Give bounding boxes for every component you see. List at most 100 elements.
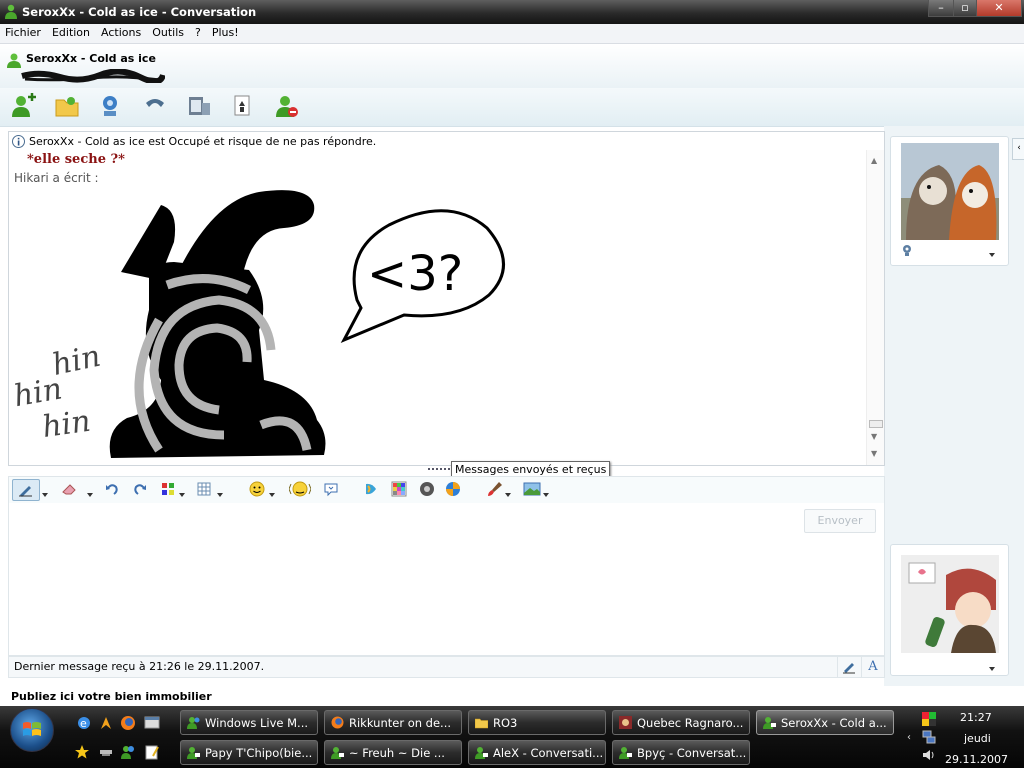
my-picture-frame: [890, 544, 1009, 676]
task-folder-ro3[interactable]: RO3: [468, 710, 606, 735]
conversation-task-icon: [763, 717, 776, 729]
send-button[interactable]: Envoyer: [804, 509, 876, 533]
game-task-icon: [619, 716, 632, 729]
contact-status-icon: [7, 53, 21, 68]
scroll-down-arrow[interactable]: ▼: [871, 432, 877, 441]
ink-color-dropdown[interactable]: [179, 487, 185, 500]
redo-icon[interactable]: [133, 482, 147, 496]
task-alex-conversation[interactable]: AleX - Conversati...: [468, 740, 606, 765]
my-display-picture[interactable]: [901, 555, 999, 653]
my-picture-options-dropdown[interactable]: [989, 661, 995, 674]
menu-help[interactable]: ?: [190, 24, 207, 39]
task-windows-live-messenger[interactable]: Windows Live M...: [180, 710, 318, 735]
conversation-toolbar: [0, 88, 1024, 127]
eraser-icon[interactable]: [61, 482, 77, 496]
busy-notice-text: SeroxXx - Cold as ice est Occupé et risq…: [29, 135, 377, 148]
conversation-history[interactable]: *elle seche ?* Hikari a écrit : <3? hin …: [8, 150, 885, 466]
share-folder-icon[interactable]: [54, 93, 80, 119]
phone-call-icon[interactable]: [142, 93, 168, 119]
task-freuh[interactable]: ~ Freuh ~ Die ...: [324, 740, 462, 765]
clock-time[interactable]: 21:27: [960, 711, 992, 724]
background-dropdown[interactable]: [543, 487, 549, 500]
show-desktop-icon[interactable]: [144, 715, 160, 731]
menu-edition[interactable]: Edition: [47, 24, 96, 39]
video-call-icon[interactable]: [98, 93, 124, 119]
firefox-icon[interactable]: [120, 715, 136, 731]
games-icon[interactable]: [230, 93, 256, 119]
grid-dropdown[interactable]: [217, 487, 223, 500]
history-scrollbar[interactable]: ▲ ▼ ▼: [866, 150, 884, 465]
nudge-icon[interactable]: [323, 481, 339, 497]
pane-splitter[interactable]: [428, 468, 450, 472]
contact-header: SeroxXx - Cold as ice: [0, 44, 1024, 88]
network-icon[interactable]: [98, 744, 114, 760]
favorites-star-icon[interactable]: [74, 744, 90, 760]
busy-notice-bar: SeroxXx - Cold as ice est Occupé et risq…: [8, 131, 885, 152]
info-icon: [12, 135, 25, 148]
task-bpyc-conversation[interactable]: Bpyç - Conversat...: [612, 740, 750, 765]
winamp-icon[interactable]: [98, 715, 114, 731]
paint-brush-icon[interactable]: [487, 481, 503, 497]
sound-icon[interactable]: [419, 481, 435, 497]
handwritten-drawing: <3? hin hin hin: [11, 190, 505, 458]
activities-icon[interactable]: [186, 93, 212, 119]
ad-banner[interactable]: Publiez ici votre bien immobilier: [0, 686, 1024, 706]
wink-icon[interactable]: [289, 481, 311, 497]
collapse-panel-button[interactable]: ‹: [1012, 138, 1024, 160]
window-title: SeroxXx - Cold as ice - Conversation: [22, 5, 257, 19]
clock-day[interactable]: jeudi: [964, 732, 991, 745]
close-button[interactable]: ✕: [976, 0, 1022, 17]
show-hidden-icons-chevron[interactable]: ‹: [907, 732, 911, 743]
menu-actions[interactable]: Actions: [96, 24, 147, 39]
scroll-end-arrow[interactable]: ▼: [871, 449, 877, 458]
emoticon-dropdown[interactable]: [269, 487, 275, 500]
pen-options-dropdown[interactable]: [42, 487, 48, 500]
task-label: RO3: [493, 716, 518, 730]
notepad-icon[interactable]: [144, 744, 160, 760]
task-label: Quebec Ragnaro...: [637, 716, 744, 730]
ink-color-icon[interactable]: [161, 482, 175, 496]
firefox-task-icon: [331, 716, 344, 729]
message-compose-area[interactable]: Envoyer: [8, 503, 885, 656]
color-palette-icon[interactable]: [391, 481, 407, 497]
task-quebec-ragnarok[interactable]: Quebec Ragnaro...: [612, 710, 750, 735]
network-status-icon[interactable]: [922, 730, 936, 744]
window-titlebar[interactable]: SeroxXx - Cold as ice - Conversation – ▫…: [0, 0, 1024, 24]
text-mode-tab[interactable]: A: [861, 657, 884, 677]
menu-outils[interactable]: Outils: [147, 24, 190, 39]
last-message-status: Dernier message reçu à 21:26 le 29.11.20…: [8, 656, 885, 678]
ie-icon[interactable]: e: [76, 715, 92, 731]
games-launch-icon[interactable]: [445, 481, 461, 497]
task-papy-tchipo[interactable]: Papy T'Chipo(bie...: [180, 740, 318, 765]
menu-fichier[interactable]: Fichier: [0, 24, 47, 39]
task-firefox-rikkunter[interactable]: Rikkunter on de...: [324, 710, 462, 735]
minimize-button[interactable]: –: [928, 0, 954, 17]
handwriting-button[interactable]: [12, 479, 40, 501]
picture-options-dropdown[interactable]: [989, 247, 995, 260]
handwriting-mode-icon: [843, 663, 855, 674]
brush-dropdown[interactable]: [505, 487, 511, 500]
tray-app-icon[interactable]: [922, 712, 936, 726]
voice-clip-icon[interactable]: [363, 481, 379, 497]
emoticon-icon[interactable]: [249, 481, 265, 497]
task-seroxxx-conversation[interactable]: SeroxXx - Cold a...: [756, 710, 894, 735]
invite-contact-icon[interactable]: [10, 93, 36, 119]
messenger-quick-icon[interactable]: [120, 744, 136, 760]
conversation-task-icon: [475, 747, 488, 759]
scroll-up-arrow[interactable]: ▲: [871, 156, 877, 165]
scroll-thumb[interactable]: [869, 420, 883, 428]
block-contact-icon[interactable]: [274, 93, 300, 119]
eraser-options-dropdown[interactable]: [87, 487, 93, 500]
volume-icon[interactable]: [922, 748, 936, 762]
messenger-buddy-icon: [5, 4, 17, 19]
handwriting-mode-tab[interactable]: [837, 657, 860, 677]
background-image-icon[interactable]: [523, 481, 541, 497]
undo-icon[interactable]: [105, 482, 119, 496]
webcam-icon[interactable]: [901, 244, 913, 256]
menu-plus[interactable]: Plus!: [207, 24, 245, 39]
maximize-button[interactable]: ▫: [953, 0, 977, 17]
background-grid-icon[interactable]: [197, 482, 211, 496]
start-button[interactable]: [10, 708, 54, 752]
clock-date[interactable]: 29.11.2007: [945, 753, 1008, 766]
contact-display-picture[interactable]: [901, 143, 999, 240]
